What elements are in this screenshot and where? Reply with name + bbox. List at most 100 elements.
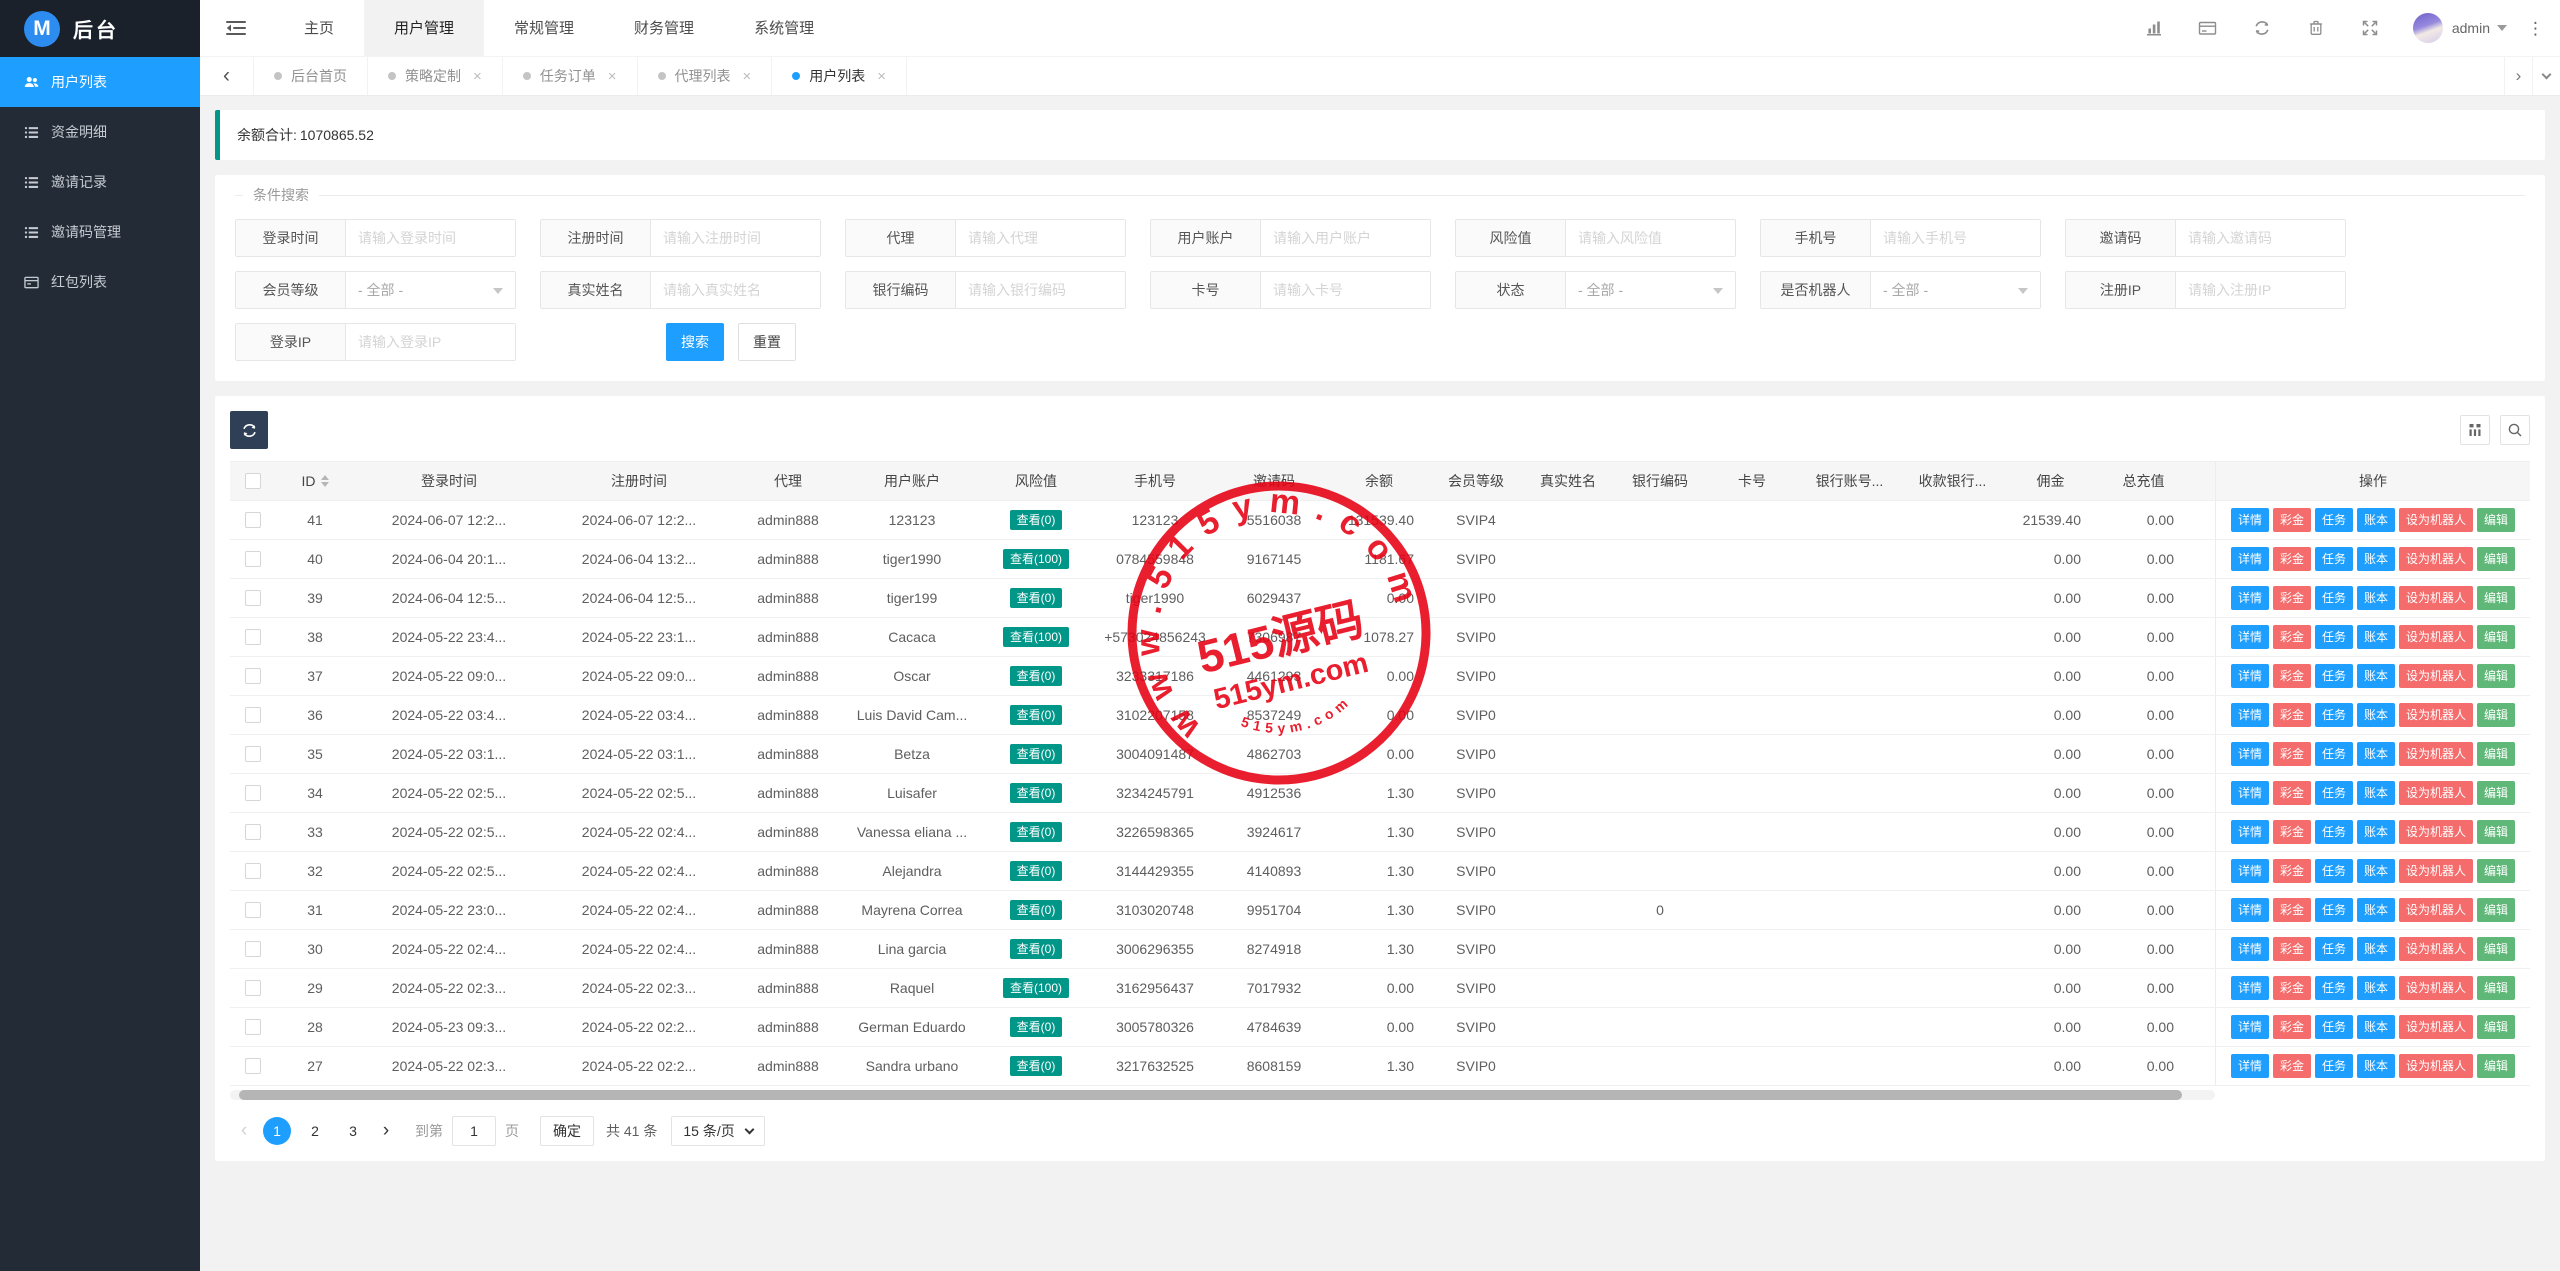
risk-view-badge[interactable]: 查看(0) [1010,861,1063,881]
topnav-item[interactable]: 财务管理 [604,0,724,56]
action-edit-button[interactable]: 编辑 [2477,625,2515,649]
row-checkbox[interactable] [245,902,261,918]
field-input[interactable] [2176,272,2345,308]
action-detail-button[interactable]: 详情 [2231,937,2269,961]
action-set-robot-button[interactable]: 设为机器人 [2399,703,2473,727]
tab-close-icon[interactable]: × [608,68,617,85]
risk-view-badge[interactable]: 查看(0) [1010,939,1063,959]
action-edit-button[interactable]: 编辑 [2477,1054,2515,1078]
action-edit-button[interactable]: 编辑 [2477,859,2515,883]
select-all-checkbox[interactable] [245,473,261,489]
page-size-select[interactable]: 15 条/页 [671,1116,764,1146]
action-detail-button[interactable]: 详情 [2231,976,2269,1000]
action-set-robot-button[interactable]: 设为机器人 [2399,859,2473,883]
field-input[interactable] [1871,220,2040,256]
risk-view-badge[interactable]: 查看(100) [1003,549,1069,569]
action-bonus-button[interactable]: 彩金 [2273,664,2311,688]
action-detail-button[interactable]: 详情 [2231,742,2269,766]
action-task-button[interactable]: 任务 [2315,898,2353,922]
row-checkbox[interactable] [245,824,261,840]
action-task-button[interactable]: 任务 [2315,508,2353,532]
tab[interactable]: 代理列表× [638,57,773,95]
avatar[interactable] [2413,13,2443,43]
action-task-button[interactable]: 任务 [2315,664,2353,688]
row-checkbox[interactable] [245,863,261,879]
action-detail-button[interactable]: 详情 [2231,508,2269,532]
field-select[interactable]: - 全部 - [1871,272,2040,308]
action-bonus-button[interactable]: 彩金 [2273,781,2311,805]
action-set-robot-button[interactable]: 设为机器人 [2399,547,2473,571]
action-edit-button[interactable]: 编辑 [2477,937,2515,961]
row-checkbox[interactable] [245,1058,261,1074]
action-task-button[interactable]: 任务 [2315,625,2353,649]
row-checkbox[interactable] [245,785,261,801]
action-set-robot-button[interactable]: 设为机器人 [2399,664,2473,688]
action-detail-button[interactable]: 详情 [2231,1054,2269,1078]
action-ledger-button[interactable]: 账本 [2357,1054,2395,1078]
action-ledger-button[interactable]: 账本 [2357,859,2395,883]
action-ledger-button[interactable]: 账本 [2357,1015,2395,1039]
action-set-robot-button[interactable]: 设为机器人 [2399,586,2473,610]
action-edit-button[interactable]: 编辑 [2477,1015,2515,1039]
risk-view-badge[interactable]: 查看(0) [1010,900,1063,920]
action-task-button[interactable]: 任务 [2315,1015,2353,1039]
risk-view-badge[interactable]: 查看(0) [1010,783,1063,803]
action-bonus-button[interactable]: 彩金 [2273,937,2311,961]
page-number[interactable]: 2 [301,1117,329,1145]
action-ledger-button[interactable]: 账本 [2357,664,2395,688]
action-bonus-button[interactable]: 彩金 [2273,586,2311,610]
risk-view-badge[interactable]: 查看(0) [1010,510,1063,530]
action-edit-button[interactable]: 编辑 [2477,508,2515,532]
action-detail-button[interactable]: 详情 [2231,781,2269,805]
action-bonus-button[interactable]: 彩金 [2273,898,2311,922]
row-checkbox[interactable] [245,551,261,567]
sidebar-item[interactable]: 邀请码管理 [0,207,200,257]
tab[interactable]: 策略定制× [368,57,503,95]
sidebar-item[interactable]: 用户列表 [0,57,200,107]
action-task-button[interactable]: 任务 [2315,820,2353,844]
risk-view-badge[interactable]: 查看(0) [1010,744,1063,764]
topnav-item[interactable]: 用户管理 [364,0,484,56]
tabs-scroll-left-icon[interactable]: ‹ [200,57,254,95]
action-edit-button[interactable]: 编辑 [2477,781,2515,805]
action-detail-button[interactable]: 详情 [2231,703,2269,727]
action-ledger-button[interactable]: 账本 [2357,976,2395,1000]
field-input[interactable] [956,272,1125,308]
risk-view-badge[interactable]: 查看(100) [1003,627,1069,647]
action-ledger-button[interactable]: 账本 [2357,937,2395,961]
action-detail-button[interactable]: 详情 [2231,820,2269,844]
field-input[interactable] [2176,220,2345,256]
action-set-robot-button[interactable]: 设为机器人 [2399,937,2473,961]
jump-confirm-button[interactable]: 确定 [540,1116,594,1146]
action-bonus-button[interactable]: 彩金 [2273,820,2311,844]
action-ledger-button[interactable]: 账本 [2357,820,2395,844]
action-set-robot-button[interactable]: 设为机器人 [2399,781,2473,805]
risk-view-badge[interactable]: 查看(0) [1010,666,1063,686]
action-detail-button[interactable]: 详情 [2231,859,2269,883]
page-prev-icon[interactable]: ‹ [230,1116,258,1146]
action-edit-button[interactable]: 编辑 [2477,703,2515,727]
page-jump-input[interactable] [452,1116,496,1146]
risk-view-badge[interactable]: 查看(0) [1010,1017,1063,1037]
action-edit-button[interactable]: 编辑 [2477,820,2515,844]
credit-card-icon[interactable] [2181,19,2235,37]
field-select[interactable]: - 全部 - [1566,272,1735,308]
row-checkbox[interactable] [245,707,261,723]
tab-close-icon[interactable]: × [877,68,886,85]
reset-button[interactable]: 重置 [738,323,796,361]
action-set-robot-button[interactable]: 设为机器人 [2399,1015,2473,1039]
sidebar-item[interactable]: 红包列表 [0,257,200,307]
page-number[interactable]: 1 [263,1117,291,1145]
field-input[interactable] [1261,272,1430,308]
action-set-robot-button[interactable]: 设为机器人 [2399,508,2473,532]
action-bonus-button[interactable]: 彩金 [2273,742,2311,766]
action-edit-button[interactable]: 编辑 [2477,976,2515,1000]
action-task-button[interactable]: 任务 [2315,703,2353,727]
action-detail-button[interactable]: 详情 [2231,1015,2269,1039]
topnav-item[interactable]: 主页 [274,0,364,56]
action-task-button[interactable]: 任务 [2315,976,2353,1000]
refresh-icon[interactable] [2235,19,2289,37]
risk-view-badge[interactable]: 查看(0) [1010,588,1063,608]
topnav-item[interactable]: 系统管理 [724,0,844,56]
action-edit-button[interactable]: 编辑 [2477,547,2515,571]
